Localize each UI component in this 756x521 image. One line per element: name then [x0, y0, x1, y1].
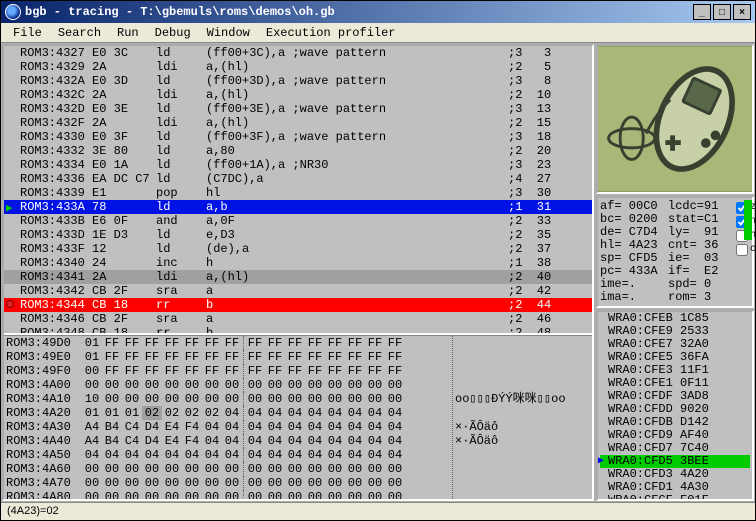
disasm-row[interactable]: ROM3:433A 78lda,b;1 31	[4, 200, 592, 214]
hex-ascii	[455, 406, 590, 420]
status-bar: (4A23)=02	[1, 502, 755, 520]
hex-row[interactable]: ROM3:4A700000000000000000000000000000000…	[6, 476, 450, 490]
hex-row[interactable]: ROM3:4A40A4B4C4D4E4F40404040404040404040…	[6, 434, 450, 448]
hex-ascii	[455, 364, 590, 378]
disasm-row[interactable]: ROM3:4339 E1pophl;3 30	[4, 186, 592, 200]
maximize-button[interactable]: □	[713, 4, 731, 20]
regs-col2: lcdc=91 stat=C1 ly= 91 cnt= 36 ie= 03 if…	[668, 200, 736, 304]
disasm-row[interactable]: ROM3:4341 2Aldia,(hl);2 40	[4, 270, 592, 284]
disasm-row[interactable]: ROM3:4348 CB 18rrb;2 48	[4, 326, 592, 335]
hex-row[interactable]: ROM3:4A101000000000000000000000000000000…	[6, 392, 450, 406]
menu-window[interactable]: Window	[199, 24, 258, 42]
hex-ascii: ×·ÃÔäô	[455, 434, 590, 448]
disasm-row[interactable]: ROM3:4330 E0 3Fld(ff00+3F),a ;wave patte…	[4, 130, 592, 144]
hex-pane[interactable]: ROM3:49D001FFFFFFFFFFFFFFFFFFFFFFFFFFFFF…	[4, 335, 592, 499]
hex-ascii	[455, 378, 590, 392]
disasm-row[interactable]: ROM3:432F 2Aldia,(hl);2 15	[4, 116, 592, 130]
disasm-row[interactable]: ROM3:4329 2Aldia,(hl);2 5	[4, 60, 592, 74]
close-button[interactable]: ×	[733, 4, 751, 20]
hex-ascii: oo▯▯▯ÐÝÝ咪咪▯▯oo	[455, 392, 590, 406]
disassembly-pane[interactable]: ROM3:4327 E0 3Cld(ff00+3C),a ;wave patte…	[4, 46, 592, 335]
hex-ascii	[455, 462, 590, 476]
disasm-row[interactable]: ROM3:4332 3E 80lda,80;2 20	[4, 144, 592, 158]
hex-row[interactable]: ROM3:4A30A4B4C4D4E4F40404040404040404040…	[6, 420, 450, 434]
hex-row[interactable]: ROM3:4A000000000000000000000000000000000…	[6, 378, 450, 392]
menu-file[interactable]: File	[5, 24, 50, 42]
pc-marker-icon[interactable]: ▶	[6, 202, 16, 212]
regs-col1: af= 00C0 bc= 0200 de= C7D4 hl= 4A23 sp= …	[600, 200, 668, 304]
hex-row[interactable]: ROM3:4A600000000000000000000000000000000…	[6, 462, 450, 476]
title-bar: bgb - tracing - T:\gbemuls\roms\demos\oh…	[1, 1, 755, 23]
hex-row[interactable]: ROM3:4A500404040404040404040404040404040…	[6, 448, 450, 462]
screen-preview	[596, 44, 754, 194]
sp-marker-icon: ▶	[598, 455, 604, 468]
disasm-row[interactable]: ROM3:433D 1E D3lde,D3;2 35	[4, 228, 592, 242]
flag-c[interactable]	[736, 244, 748, 256]
disasm-row[interactable]: ROM3:4336 EA DC C7ld(C7DC),a;4 27	[4, 172, 592, 186]
hex-ascii	[455, 490, 590, 499]
menu-debug[interactable]: Debug	[147, 24, 199, 42]
hex-ascii	[455, 448, 590, 462]
disasm-row[interactable]: ROM3:4327 E0 3Cld(ff00+3C),a ;wave patte…	[4, 46, 592, 60]
menu-run[interactable]: Run	[109, 24, 147, 42]
menu-bar: FileSearchRunDebugWindowExecution profil…	[1, 23, 755, 43]
hex-ascii: ×·ÃÔäô	[455, 420, 590, 434]
registers-pane[interactable]: af= 00C0 bc= 0200 de= C7D4 hl= 4A23 sp= …	[596, 196, 754, 308]
disasm-row[interactable]: ROM3:4334 E0 1Ald(ff00+1A),a ;NR30;3 23	[4, 158, 592, 172]
hex-row[interactable]: ROM3:4A800000000000000000000000000000000…	[6, 490, 450, 499]
menu-execution-profiler[interactable]: Execution profiler	[258, 24, 404, 42]
disasm-row[interactable]: ROM3:4342 CB 2Fsraa;2 42	[4, 284, 592, 298]
stack-pane[interactable]: WRA0:CFEB 1C85WRA0:CFE9 2533WRA0:CFE7 32…	[596, 310, 754, 501]
flag-label: c	[750, 243, 755, 256]
hex-row[interactable]: ROM3:4A200101010202020204040404040404040…	[6, 406, 450, 420]
menu-search[interactable]: Search	[50, 24, 109, 42]
hex-row[interactable]: ROM3:49D001FFFFFFFFFFFFFFFFFFFFFFFFFFFFF…	[6, 336, 450, 350]
stack-row[interactable]: WRA0:CFCF F01F	[600, 494, 750, 501]
breakpoint-icon[interactable]	[6, 300, 14, 308]
disasm-row[interactable]: ROM3:432A E0 3Dld(ff00+3D),a ;wave patte…	[4, 74, 592, 88]
hex-ascii	[455, 336, 590, 350]
hex-row[interactable]: ROM3:49F000FFFFFFFFFFFFFFFFFFFFFFFFFFFFF…	[6, 364, 450, 378]
disasm-row[interactable]: ROM3:4344 CB 18rrb;2 44	[4, 298, 592, 312]
disasm-row[interactable]: ROM3:433B E6 0Fanda,0F;2 33	[4, 214, 592, 228]
window-title: bgb - tracing - T:\gbemuls\roms\demos\oh…	[25, 5, 335, 19]
disasm-row[interactable]: ROM3:432D E0 3Eld(ff00+3E),a ;wave patte…	[4, 102, 592, 116]
activity-bar	[744, 200, 752, 240]
app-icon	[5, 4, 21, 20]
minimize-button[interactable]: _	[693, 4, 711, 20]
disasm-row[interactable]: ROM3:4340 24inch;1 38	[4, 256, 592, 270]
disasm-row[interactable]: ROM3:433F 12ld(de),a;2 37	[4, 242, 592, 256]
hex-ascii	[455, 476, 590, 490]
hex-ascii	[455, 350, 590, 364]
disasm-row[interactable]: ROM3:432C 2Aldia,(hl);2 10	[4, 88, 592, 102]
hex-row[interactable]: ROM3:49E001FFFFFFFFFFFFFFFFFFFFFFFFFFFFF…	[6, 350, 450, 364]
disasm-row[interactable]: ROM3:4346 CB 2Fsraa;2 46	[4, 312, 592, 326]
